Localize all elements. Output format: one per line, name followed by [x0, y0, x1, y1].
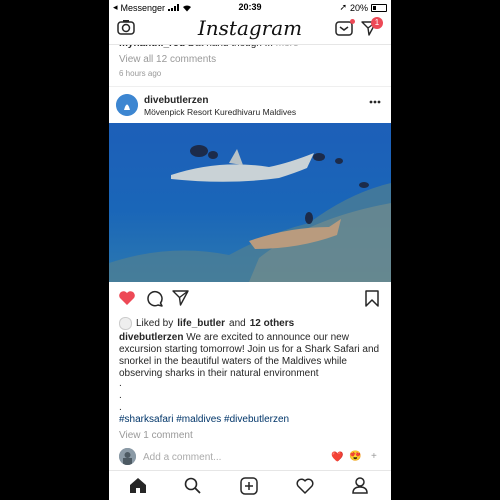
caption-dot: . — [119, 378, 122, 389]
caption-dot: . — [119, 402, 122, 413]
likes-line: Liked by life_butler and 12 others — [119, 317, 294, 330]
battery-icon — [371, 3, 387, 12]
previous-post-timestamp: 6 hours ago — [119, 69, 162, 78]
post-caption: divebutlerzen We are excited to announce… — [119, 332, 383, 380]
heart-eyes-reaction[interactable]: 😍 — [349, 451, 361, 462]
likes-others[interactable]: 12 others — [250, 318, 294, 329]
profile-icon[interactable] — [352, 477, 368, 494]
tab-bar — [109, 470, 391, 500]
like-heart-icon[interactable] — [118, 290, 136, 306]
likes-prefix: Liked by — [136, 318, 174, 329]
direct-badge: 1 — [371, 17, 383, 29]
likes-user[interactable]: life_butler — [177, 318, 225, 329]
post-photo[interactable] — [109, 123, 391, 282]
avatar — [119, 448, 136, 465]
battery-percent: 20% — [349, 2, 368, 13]
home-icon[interactable] — [129, 477, 147, 494]
share-icon[interactable] — [172, 290, 189, 306]
igtv-notification-dot — [350, 19, 355, 24]
liker-avatar[interactable] — [119, 317, 132, 330]
status-right: ➚ 20% — [339, 2, 387, 13]
search-icon[interactable] — [184, 477, 201, 494]
hashtags[interactable]: #sharksafari #maldives #divebutlerzen — [119, 414, 289, 425]
heart-reaction[interactable]: ❤️ — [331, 452, 343, 463]
post-divider — [109, 86, 391, 87]
caption-dot: . — [119, 390, 122, 401]
add-reaction-button[interactable]: + — [371, 451, 377, 462]
app-header: Instagram 1 — [109, 14, 391, 45]
add-comment-input[interactable]: Add a comment... — [143, 452, 221, 463]
diver-logo-icon — [116, 94, 138, 116]
instagram-app: ◂ Messenger 20:39 ➚ 20% Instagram 1 View… — [109, 0, 391, 500]
status-bar: ◂ Messenger 20:39 ➚ 20% — [109, 0, 391, 14]
new-post-icon[interactable] — [240, 477, 258, 495]
add-comment-row: Add a comment... ❤️ 😍 + — [109, 446, 391, 468]
activity-icon[interactable] — [296, 478, 314, 494]
view-comments-link[interactable]: View 1 comment — [119, 430, 193, 441]
location-arrow-icon: ➚ — [339, 2, 347, 12]
user-photo-icon — [119, 448, 136, 465]
likes-connector: and — [229, 318, 246, 329]
caption-username[interactable]: divebutlerzen — [119, 332, 183, 343]
view-all-comments-link[interactable]: View all 12 comments — [119, 54, 216, 65]
more-options-icon[interactable] — [369, 100, 381, 104]
avatar[interactable] — [116, 94, 138, 116]
post-username[interactable]: divebutlerzen — [144, 95, 208, 106]
post-location[interactable]: Mövenpick Resort Kuredhivaru Maldives — [144, 107, 296, 117]
comment-icon[interactable] — [146, 290, 163, 307]
bookmark-icon[interactable] — [365, 290, 379, 307]
